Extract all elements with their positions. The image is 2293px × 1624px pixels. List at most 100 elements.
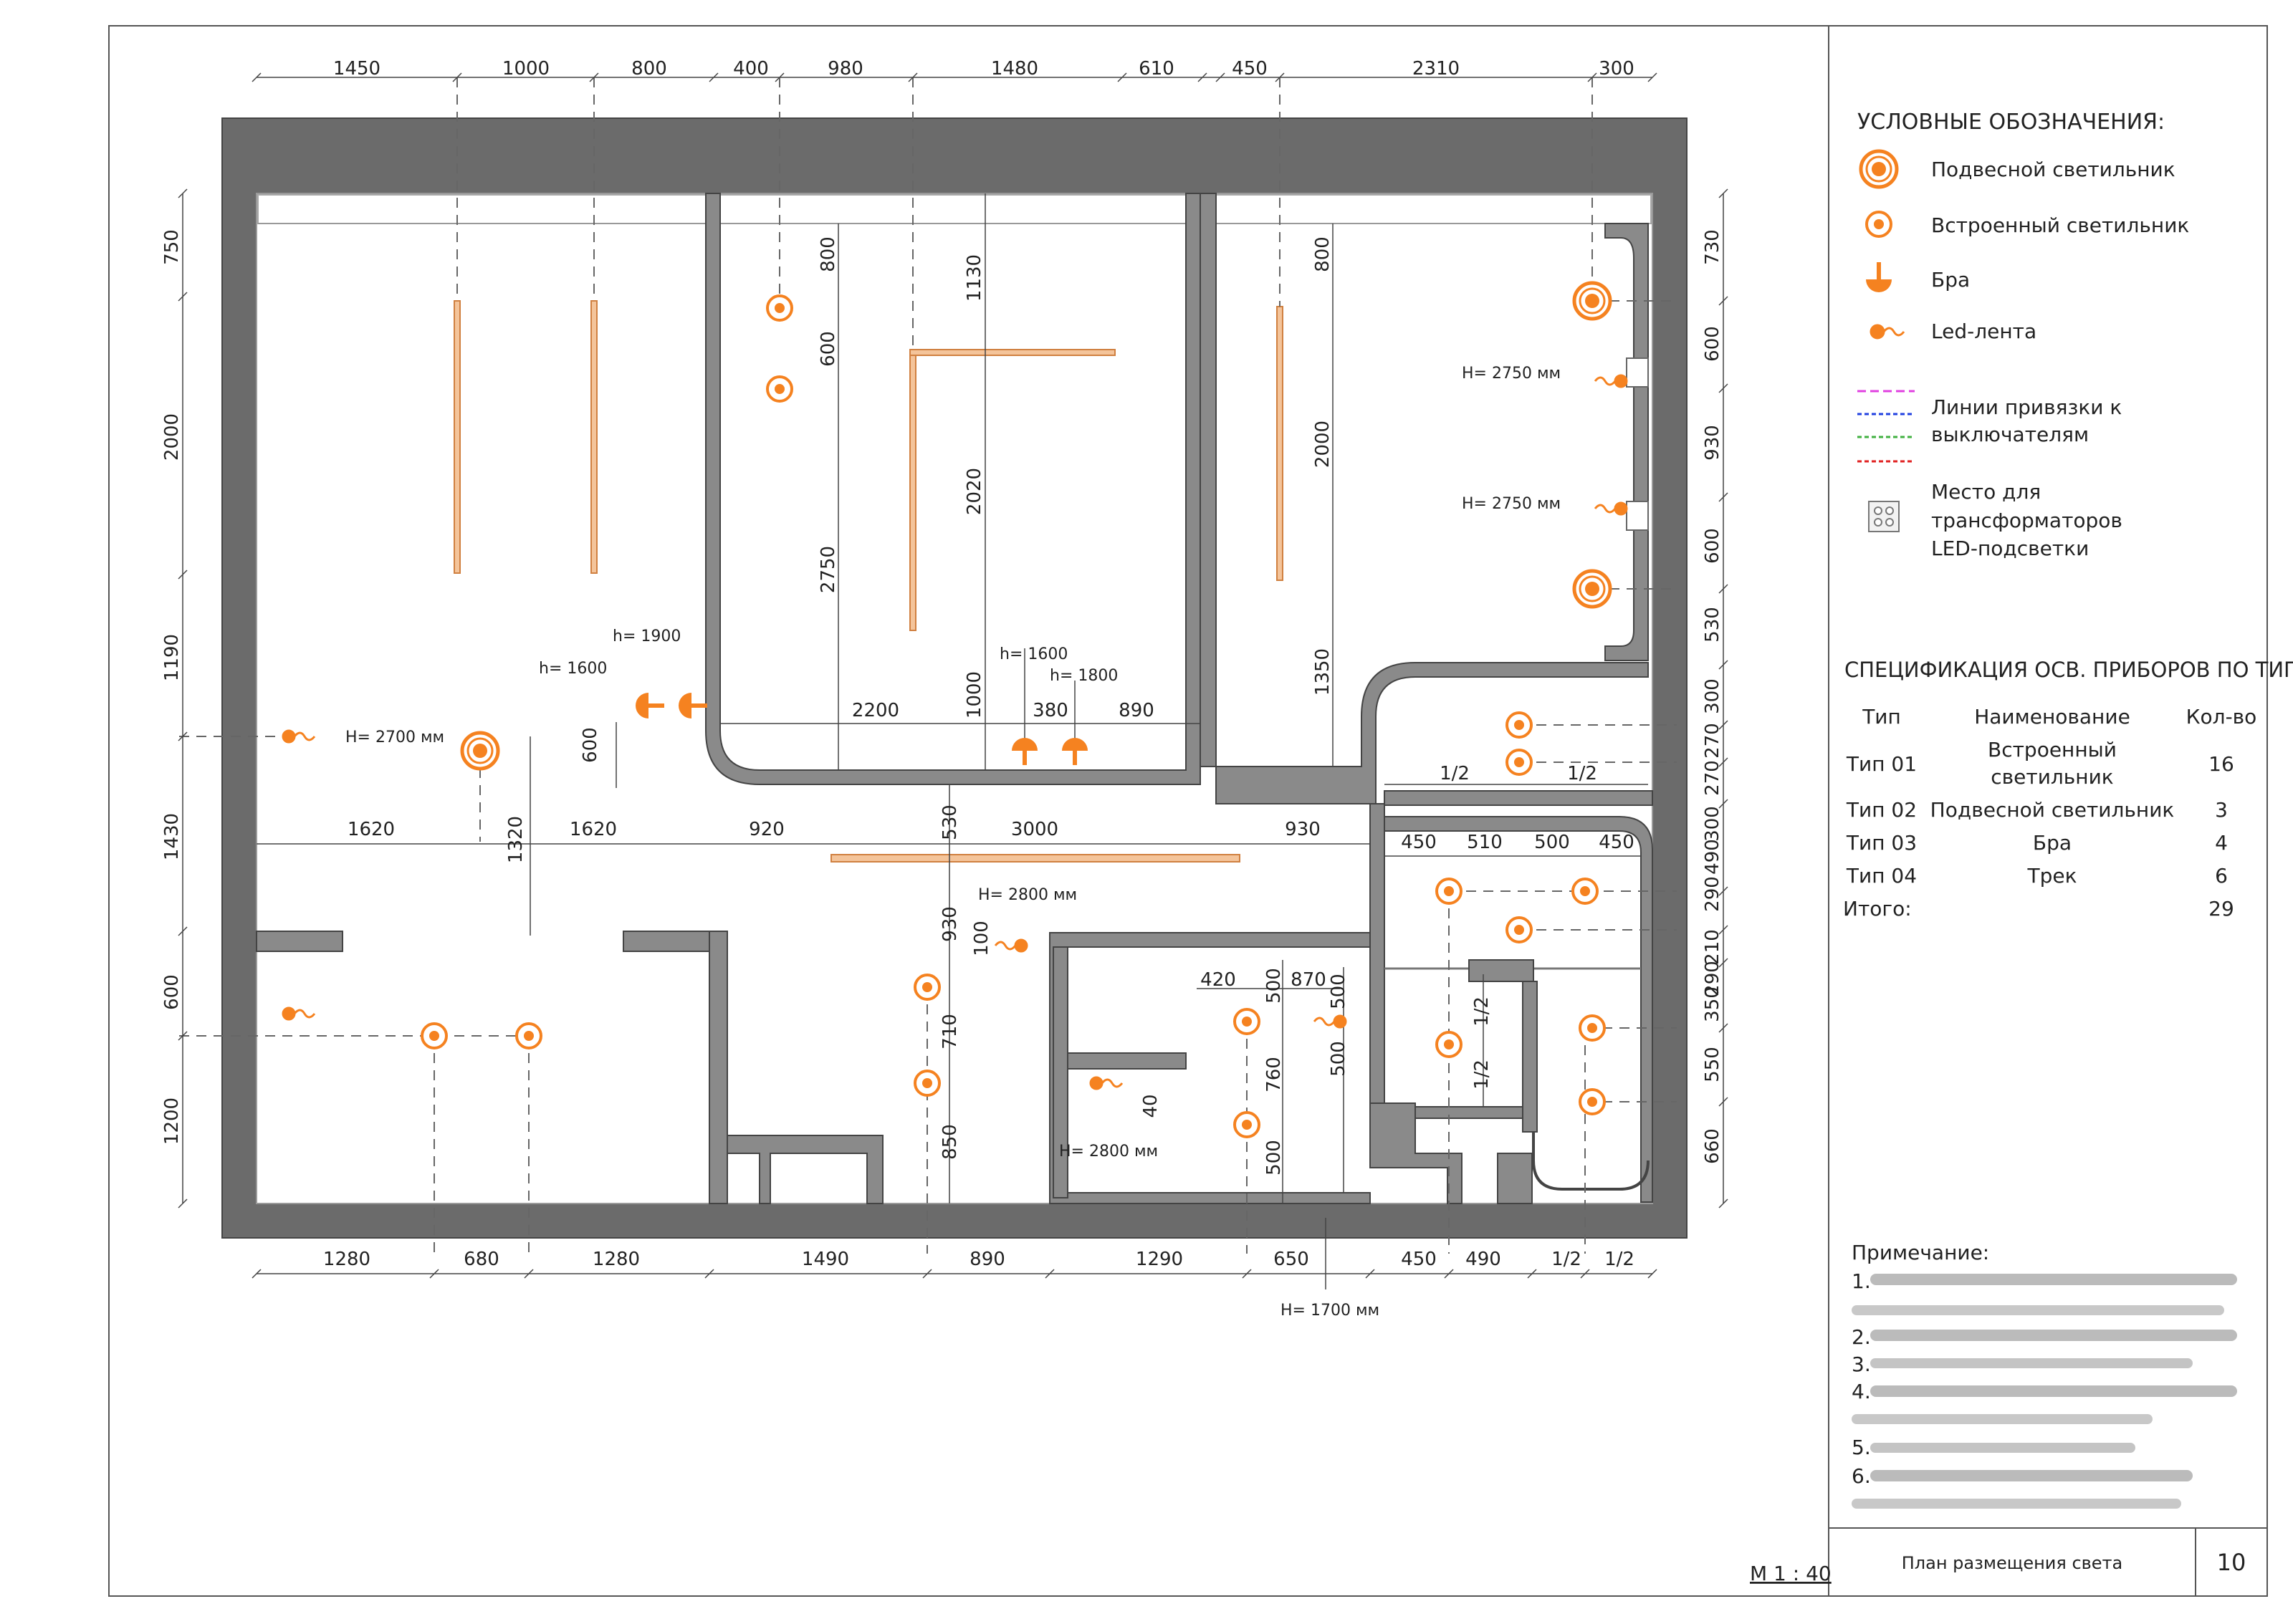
dimension-value: 890 — [1119, 700, 1154, 721]
recessed-light — [1505, 749, 1533, 776]
legend-lines-1: Линии привязки к — [1931, 395, 2122, 419]
dimension-value: 1000 — [502, 58, 550, 80]
note-number: 3. — [1852, 1352, 1871, 1376]
dimension-value: 210 — [1702, 929, 1723, 965]
legend-trans-3: LED-подсветки — [1931, 537, 2089, 560]
note-redacted — [1852, 1305, 2224, 1315]
dimension-value: 550 — [1702, 1047, 1723, 1082]
spec-type: Тип 01 — [1846, 752, 1917, 776]
dimension-value: 3000 — [1011, 819, 1058, 840]
note-redacted — [1852, 1414, 2153, 1424]
dimension-value: 1130 — [964, 254, 985, 302]
recessed-light — [1435, 878, 1463, 905]
dimension-value: 2000 — [1312, 421, 1334, 468]
recessed-light — [766, 375, 793, 403]
dimension-value: 930 — [939, 906, 961, 942]
dimension-value: 710 — [939, 1014, 961, 1049]
dimension-value: 1200 — [161, 1097, 183, 1145]
note-redacted — [1870, 1443, 2135, 1453]
dimension-value: 530 — [1702, 607, 1723, 643]
height-label: H= 2700 мм — [345, 729, 444, 746]
dimension-value: 1620 — [570, 819, 617, 840]
dimension-value: 930 — [1702, 425, 1723, 461]
scale-label: М 1 : 40 — [1750, 1562, 1832, 1585]
pendant-icon — [1861, 151, 1897, 187]
dimension-value: 500 — [1328, 1041, 1349, 1077]
legend-led: Led-лента — [1931, 319, 2036, 343]
recessed-icon — [1865, 211, 1892, 238]
dimension-value: 2000 — [161, 413, 183, 461]
dimension-value: 870 — [1291, 969, 1326, 991]
legend-pendant: Подвесной светильник — [1931, 158, 2175, 181]
dimension-value: 660 — [1702, 1128, 1723, 1164]
legend-trans-2: трансформаторов — [1931, 509, 2122, 532]
dimension-value: 850 — [939, 1124, 961, 1160]
spec-qty: 16 — [2208, 752, 2234, 776]
height-label: H= 1700 мм — [1280, 1302, 1379, 1320]
spec-name: Трек — [2026, 864, 2077, 888]
recessed-light — [421, 1022, 448, 1049]
recessed-light — [1579, 1014, 1606, 1042]
dimension-value: 1320 — [505, 816, 527, 863]
stamp-title: План размещения света — [1902, 1553, 2123, 1573]
dimension-value: 2020 — [964, 468, 985, 515]
dimension-value: 750 — [161, 229, 183, 265]
pendant-light — [462, 733, 498, 769]
spec-table: СПЕЦИФИКАЦИЯ ОСВ. ПРИБОРОВ ПО ТИПУ Тип Н… — [1843, 658, 2293, 921]
dimension-value: 760 — [1263, 1057, 1285, 1092]
dimension-value: 1350 — [1312, 648, 1334, 696]
spec-qty: 3 — [2215, 798, 2228, 822]
fixtures — [282, 283, 1628, 1138]
height-label: H= 2750 мм — [1462, 365, 1561, 383]
dimension-value: 610 — [1139, 58, 1174, 80]
dimension-value: 270 — [1702, 723, 1723, 759]
track — [590, 300, 598, 574]
dimension-value: 420 — [1200, 969, 1236, 991]
note-number: 2. — [1852, 1325, 1871, 1349]
note-redacted — [1870, 1358, 2193, 1368]
dimension-value: 300 — [1702, 678, 1723, 714]
dimension-value: 290 — [1702, 876, 1723, 912]
spec-type: Тип 02 — [1846, 798, 1917, 822]
dimension-value: 600 — [161, 974, 183, 1010]
note-redacted — [1870, 1274, 2237, 1285]
dimension-value: 270 — [1702, 760, 1723, 796]
note-redacted — [1870, 1470, 2193, 1481]
dimension-value: 450 — [1599, 832, 1634, 853]
pendant-light — [1574, 571, 1610, 607]
spec-header-name: Наименование — [1974, 705, 2130, 729]
legend-trans-1: Место для — [1931, 480, 2041, 504]
legend-lines-2: выключателям — [1931, 423, 2089, 446]
spec-name: Подвесной светильник — [1930, 798, 2175, 822]
spec-title: СПЕЦИФИКАЦИЯ ОСВ. ПРИБОРОВ ПО ТИПУ — [1844, 658, 2293, 682]
dimension-value: 730 — [1702, 229, 1723, 265]
spec-name: светильник — [1991, 765, 2113, 789]
dimension-value: 1000 — [964, 671, 985, 719]
spec-total: 29 — [2208, 897, 2234, 921]
spec-header-qty: Кол-во — [2186, 705, 2257, 729]
dimension-value: 300 — [1702, 806, 1723, 842]
legend-recessed: Встроенный светильник — [1931, 213, 2189, 237]
recessed-light — [515, 1022, 542, 1049]
dimension-value: 1/2 — [1471, 1060, 1493, 1090]
recessed-light — [914, 974, 941, 1001]
dimension-value: 500 — [1534, 832, 1570, 853]
dimension-value: 600 — [1702, 326, 1723, 362]
dimension-value: 2200 — [852, 700, 899, 721]
dimension-value: 510 — [1467, 832, 1503, 853]
dimension-value: 1/2 — [1440, 763, 1470, 784]
dimension-value: 400 — [733, 58, 769, 80]
note-number: 4. — [1852, 1380, 1871, 1403]
track — [454, 300, 461, 574]
dimension-value: 1620 — [348, 819, 395, 840]
sconce-light — [636, 693, 664, 719]
dimension-value: 1/2 — [1604, 1249, 1634, 1270]
dimension-value: 1280 — [323, 1249, 370, 1270]
notes: Примечание: 1. 2. 3. 4. 5. 6. — [1852, 1241, 2237, 1509]
dimension-value: 800 — [818, 236, 839, 272]
dimension-value: 1/2 — [1551, 1249, 1581, 1270]
spec-type: Тип 04 — [1846, 864, 1917, 888]
height-label: h= 1600 — [1000, 645, 1068, 663]
recessed-light — [1505, 711, 1533, 739]
track — [909, 349, 1116, 356]
